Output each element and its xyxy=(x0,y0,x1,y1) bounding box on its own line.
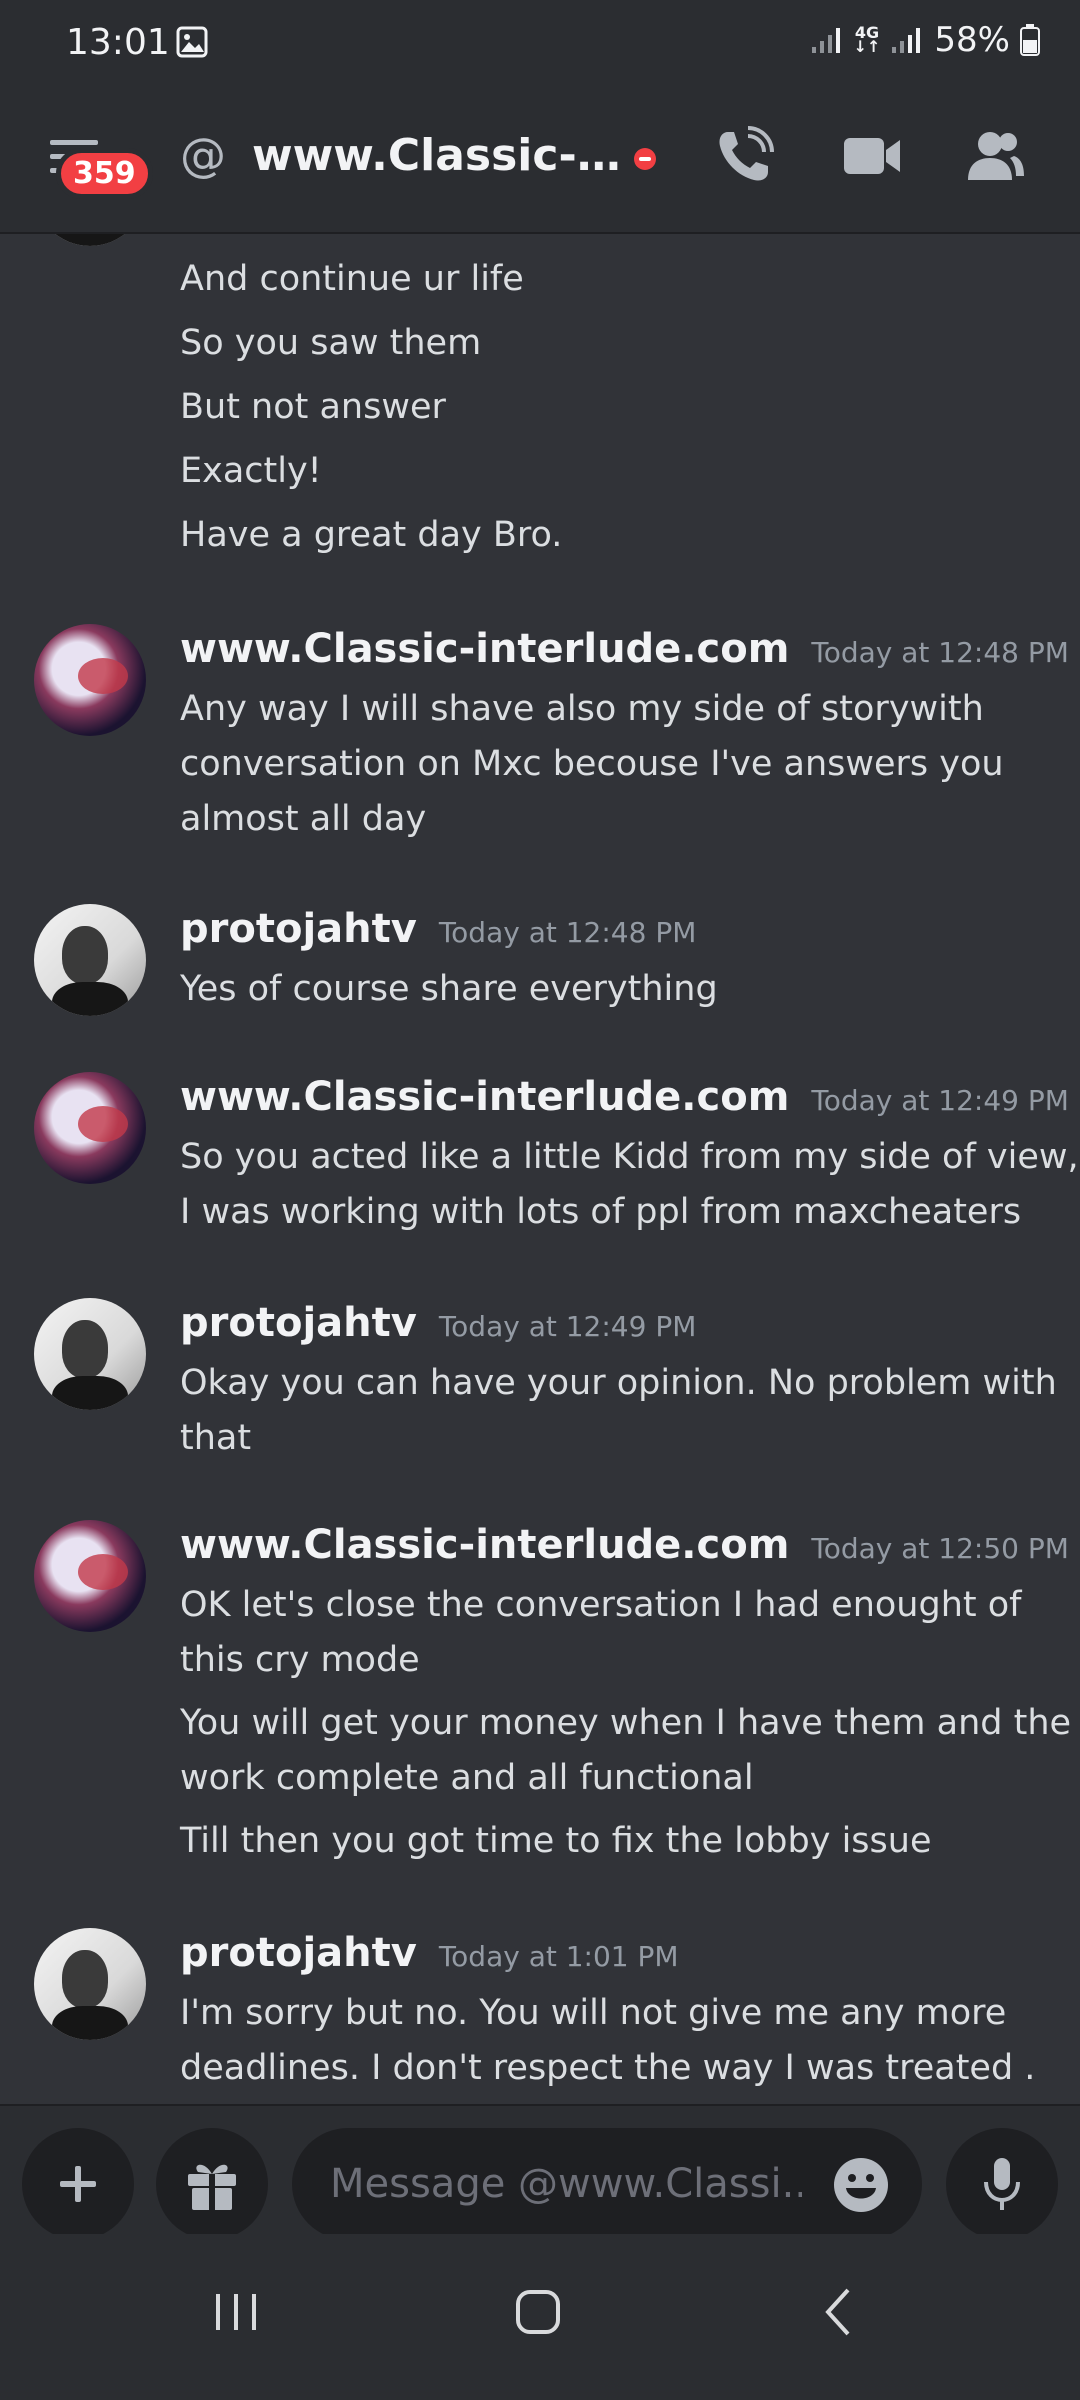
at-icon: @ xyxy=(180,128,226,182)
message-timestamp: Today at 12:48 PM xyxy=(811,636,1069,669)
message-line: this cry mode xyxy=(180,1640,420,1680)
signal-icon xyxy=(811,28,840,53)
message-header: protojahtv Today at 12:48 PM xyxy=(180,906,696,952)
message-header: www.Classic-interlude.com Today at 12:48… xyxy=(180,626,1069,672)
message-author[interactable]: www.Classic-interlude.com xyxy=(180,1074,789,1120)
avatar[interactable] xyxy=(34,1072,146,1184)
dnd-status-icon xyxy=(634,148,656,170)
status-bar: 13:01 4G ↓↑ 58% xyxy=(0,0,1080,92)
avatar[interactable] xyxy=(34,904,146,1016)
avatar[interactable] xyxy=(34,1298,146,1410)
emoji-icon[interactable] xyxy=(832,2156,890,2214)
message-header: protojahtv Today at 12:49 PM xyxy=(180,1300,696,1346)
battery-percent: 58% xyxy=(934,20,1010,60)
add-attachment-button[interactable] xyxy=(22,2128,134,2240)
message-line: Yes of course share everything xyxy=(180,969,718,1009)
message-line: So you acted like a little Kidd from my … xyxy=(180,1137,1079,1177)
signal-icon xyxy=(892,28,921,53)
message-line: I was working with lots of ppl from maxc… xyxy=(180,1192,1022,1232)
message-list[interactable]: And continue ur life So you saw them But… xyxy=(0,234,1080,2104)
message-line: Okay you can have your opinion. No probl… xyxy=(180,1363,1057,1403)
message-line: almost all day xyxy=(180,799,427,839)
message-line: Have a great day Bro. xyxy=(180,515,563,555)
avatar[interactable] xyxy=(34,624,146,736)
message-author[interactable]: www.Classic-interlude.com xyxy=(180,1522,789,1568)
avatar[interactable] xyxy=(34,1520,146,1632)
message-author[interactable]: protojahtv xyxy=(180,1300,417,1346)
message-timestamp: Today at 12:50 PM xyxy=(811,1532,1069,1565)
home-icon[interactable] xyxy=(498,2282,578,2342)
message-composer xyxy=(0,2104,1080,2240)
message-header: protojahtv Today at 1:01 PM xyxy=(180,1930,679,1976)
message-line: that xyxy=(180,1418,252,1458)
status-time: 13:01 xyxy=(66,22,170,63)
back-icon[interactable] xyxy=(800,2282,880,2342)
message-line: conversation on Mxc becouse I've answers… xyxy=(180,744,1004,784)
unread-badge: 359 xyxy=(56,148,153,199)
members-icon[interactable] xyxy=(962,124,1026,188)
message-author[interactable]: protojahtv xyxy=(180,1930,417,1976)
message-line: Exactly! xyxy=(180,451,322,491)
message-timestamp: Today at 12:49 PM xyxy=(811,1084,1069,1117)
message-line: deadlines. I don't respect the way I was… xyxy=(180,2048,1036,2088)
message-header: www.Classic-interlude.com Today at 12:50… xyxy=(180,1522,1069,1568)
message-line: You will get your money when I have them… xyxy=(180,1703,1072,1743)
plus-icon xyxy=(60,2166,96,2202)
dm-title[interactable]: www.Classic-int... xyxy=(252,130,632,181)
message-header: www.Classic-interlude.com Today at 12:49… xyxy=(180,1074,1069,1120)
image-icon xyxy=(176,26,208,58)
message-line: work complete and all functional xyxy=(180,1758,754,1798)
message-line: Till then you got time to fix the lobby … xyxy=(180,1821,932,1861)
message-line: So you saw them xyxy=(180,323,482,363)
recent-apps-icon[interactable] xyxy=(196,2282,276,2342)
message-timestamp: Today at 1:01 PM xyxy=(438,1940,679,1973)
message-line: But not answer xyxy=(180,387,446,427)
network-type: 4G ↓↑ xyxy=(853,23,881,56)
system-nav-bar xyxy=(0,2234,1080,2400)
gift-button[interactable] xyxy=(156,2128,268,2240)
message-timestamp: Today at 12:49 PM xyxy=(438,1310,697,1343)
message-author[interactable]: protojahtv xyxy=(180,906,417,952)
voice-message-button[interactable] xyxy=(946,2128,1058,2240)
video-icon[interactable] xyxy=(840,124,904,188)
battery-icon xyxy=(1020,24,1040,56)
message-line: Any way I will shave also my side of sto… xyxy=(180,689,984,729)
message-line: And continue ur life xyxy=(180,259,524,299)
message-author[interactable]: www.Classic-interlude.com xyxy=(180,626,789,672)
status-indicators: 4G ↓↑ 58% xyxy=(810,20,1040,60)
message-input[interactable] xyxy=(292,2128,922,2240)
message-line: I'm sorry but no. You will not give me a… xyxy=(180,1993,1007,2033)
message-timestamp: Today at 12:48 PM xyxy=(438,916,697,949)
channel-header: 359 @ www.Classic-int... xyxy=(0,92,1080,234)
message-line: OK let's close the conversation I had en… xyxy=(180,1585,1022,1625)
avatar[interactable] xyxy=(34,1928,146,2040)
avatar[interactable] xyxy=(34,234,146,246)
gift-icon xyxy=(188,2164,236,2210)
mic-icon xyxy=(984,2158,1020,2210)
call-icon[interactable] xyxy=(712,124,776,188)
